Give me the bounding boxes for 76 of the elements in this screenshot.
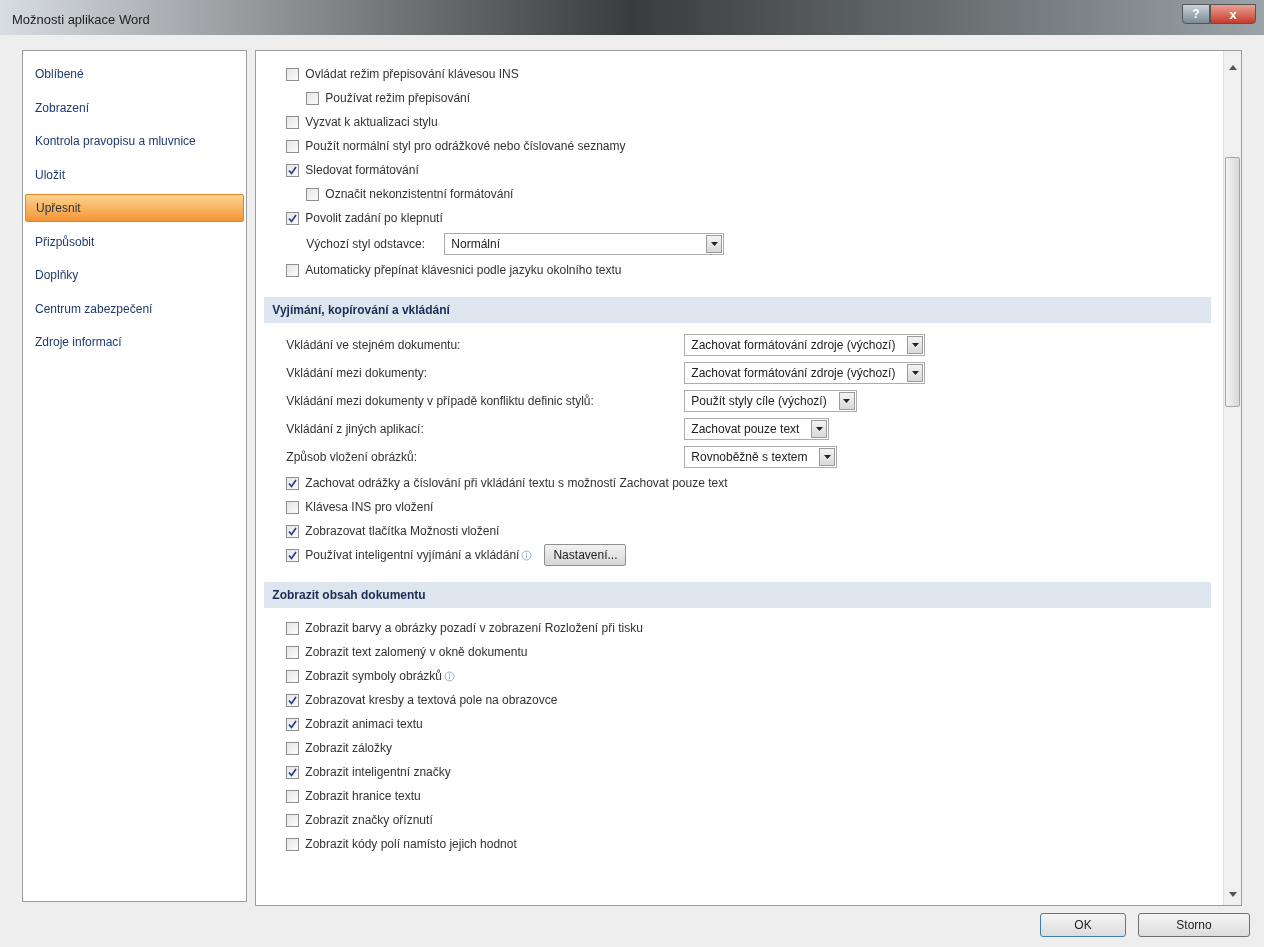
checkbox-label: Povolit zadání po klepnutí	[305, 210, 443, 227]
checkbox[interactable]	[286, 669, 300, 683]
checkbox-label: Zobrazit barvy a obrázky pozadí v zobrazení Rozložení při tisku	[305, 620, 643, 637]
checkbox-label: Zobrazit text zalomený v okně dokumentu	[305, 644, 528, 661]
sidebar-item[interactable]: Upřesnit	[25, 194, 245, 222]
checkbox[interactable]	[286, 837, 300, 851]
checkbox-label: Ovládat režim přepisování klávesou INS	[305, 66, 519, 83]
checkbox[interactable]	[286, 67, 300, 81]
checkbox[interactable]	[286, 693, 300, 707]
checkbox[interactable]	[286, 500, 300, 514]
dropdown-field[interactable]: Použít styly cíle (výchozí)	[684, 390, 857, 412]
checkbox-label: Zobrazit kódy polí namísto jejich hodnot	[305, 836, 517, 853]
sidebar-item[interactable]: Oblíbené	[25, 60, 245, 88]
checkbox-label: Klávesa INS pro vložení	[305, 499, 434, 516]
dropdown-field[interactable]: Rovnoběžně s textem	[684, 446, 838, 468]
checkbox-label: Sledovat formátování	[305, 162, 419, 179]
checkbox[interactable]	[286, 813, 300, 827]
checkbox-label: Používat režim přepisování	[325, 90, 471, 107]
field-label: Vkládání ve stejném dokumentu:	[286, 337, 462, 354]
sidebar-item[interactable]: Centrum zabezpečení	[25, 294, 245, 323]
scroll-down-icon[interactable]	[1229, 892, 1237, 897]
checkbox[interactable]	[286, 765, 300, 779]
dropdown-field[interactable]: Zachovat formátování zdroje (výchozí)	[684, 334, 926, 356]
checkbox[interactable]	[286, 476, 300, 490]
dropdown-field[interactable]: Normální	[444, 233, 725, 255]
dialog-button[interactable]: OK	[1040, 913, 1126, 937]
checkbox-label: Použít normální styl pro odrážkové nebo číslované seznamy	[305, 138, 626, 155]
dialog-button[interactable]: Storno	[1138, 913, 1250, 937]
section-header: Vyjímání, kopírování a vkládání	[264, 297, 1211, 323]
sidebar-item[interactable]: Zdroje informací	[25, 328, 245, 356]
checkbox-label: Používat inteligentní vyjímání a vkládání	[305, 547, 520, 564]
checkbox-label: Zobrazit symboly obrázků	[305, 668, 443, 685]
scrollbar-thumb[interactable]	[1225, 157, 1240, 407]
checkbox[interactable]	[286, 548, 300, 562]
sidebar-item[interactable]: Doplňky	[25, 261, 245, 289]
checkbox[interactable]	[286, 621, 300, 635]
sidebar-item[interactable]: Přizpůsobit	[25, 227, 245, 256]
checkbox-label: Zobrazit animaci textu	[305, 716, 423, 733]
checkbox[interactable]	[306, 91, 320, 105]
checkbox[interactable]	[286, 524, 300, 538]
checkbox-label: Automaticky přepínat klávesnici podle jazyku okolního textu	[305, 262, 622, 279]
checkbox[interactable]	[286, 645, 300, 659]
checkbox-label: Zobrazit záložky	[305, 740, 393, 757]
checkbox[interactable]	[286, 263, 300, 277]
checkbox[interactable]	[286, 741, 300, 755]
field-label: Výchozí styl odstavce:	[306, 236, 427, 253]
checkbox-label: Zobrazovat kresby a textová pole na obrazovce	[305, 692, 558, 709]
checkbox[interactable]	[286, 211, 300, 225]
field-label: Způsob vložení obrázků:	[286, 449, 419, 466]
section-header: Zobrazit obsah dokumentu	[264, 582, 1211, 608]
checkbox-label: Označit nekonzistentní formátování	[325, 186, 514, 203]
sidebar-item[interactable]: Zobrazení	[25, 93, 245, 122]
checkbox[interactable]	[286, 139, 300, 153]
checkbox-label: Zachovat odrážky a číslování při vkládání textu s možností Zachovat pouze text	[305, 475, 728, 492]
field-label: Vkládání mezi dokumenty:	[286, 365, 429, 382]
checkbox-label: Zobrazovat tlačítka Možnosti vložení	[305, 523, 500, 540]
scroll-up-icon[interactable]	[1229, 65, 1237, 70]
checkbox-label: Zobrazit hranice textu	[305, 788, 421, 805]
checkbox[interactable]	[286, 717, 300, 731]
checkbox[interactable]	[286, 163, 300, 177]
window-title: Možnosti aplikace Word	[12, 10, 150, 29]
checkbox-label: Zobrazit značky oříznutí	[305, 812, 433, 829]
checkbox-label: Zobrazit inteligentní značky	[305, 764, 451, 781]
settings-button[interactable]: Nastavení...	[544, 544, 627, 566]
field-label: Vkládání z jiných aplikací:	[286, 421, 425, 438]
sidebar-item[interactable]: Kontrola pravopisu a mluvnice	[25, 127, 245, 155]
checkbox[interactable]	[286, 115, 300, 129]
checkbox-label: Vyzvat k aktualizaci stylu	[305, 114, 438, 131]
dropdown-field[interactable]: Zachovat formátování zdroje (výchozí)	[684, 362, 926, 384]
checkbox[interactable]	[306, 187, 320, 201]
sidebar-item[interactable]: Uložit	[25, 160, 245, 189]
dropdown-field[interactable]: Zachovat pouze text	[684, 418, 830, 440]
checkbox[interactable]	[286, 789, 300, 803]
field-label: Vkládání mezi dokumenty v případě konfliktu definic stylů:	[286, 393, 595, 410]
close-button[interactable]: x	[1210, 4, 1256, 24]
scrollbar[interactable]	[1223, 51, 1241, 905]
